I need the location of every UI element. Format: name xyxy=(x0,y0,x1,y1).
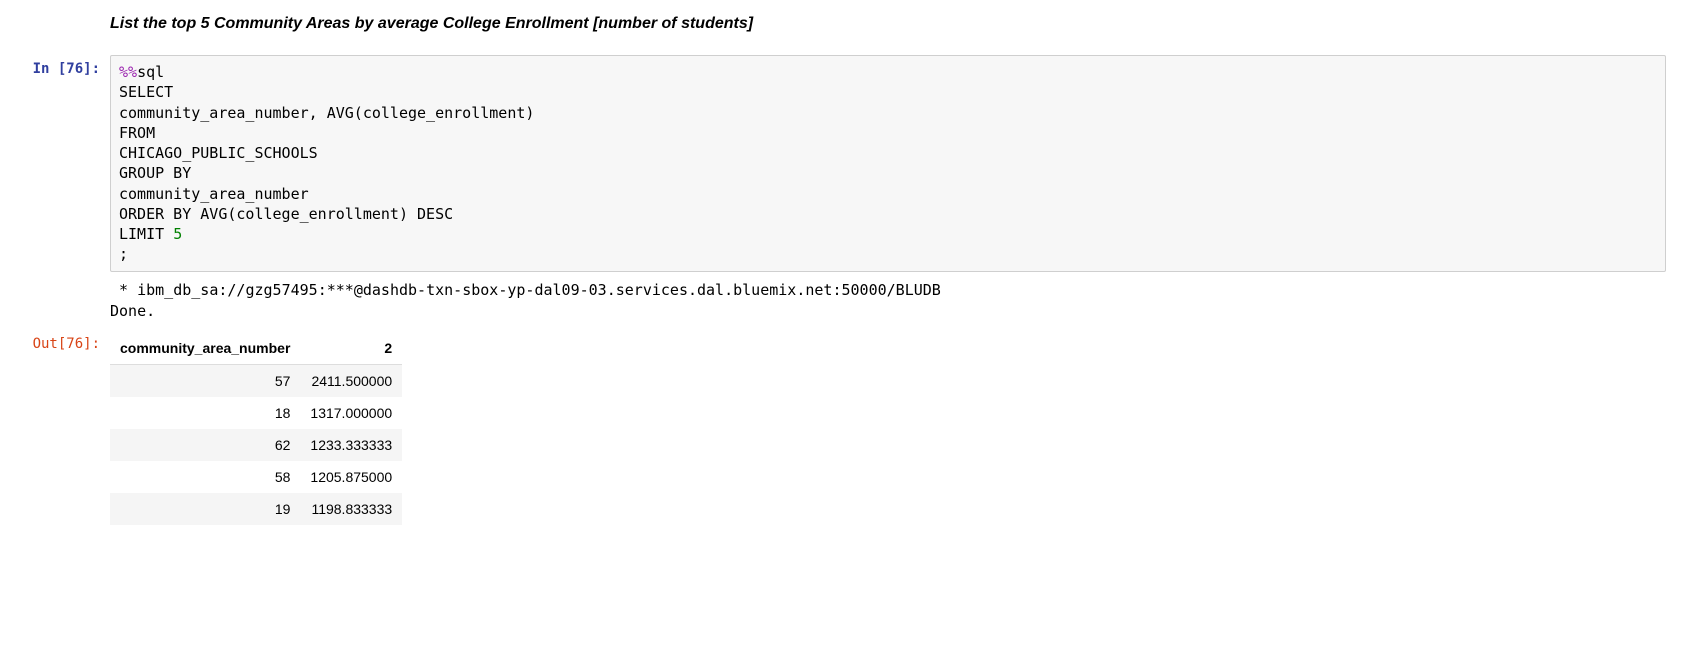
table-header-row: community_area_number 2 xyxy=(110,332,402,365)
empty-prompt xyxy=(0,278,110,284)
output-area: community_area_number 2 57 2411.500000 1… xyxy=(110,330,1666,527)
stdout-line: * ibm_db_sa://gzg57495:***@dashdb-txn-sb… xyxy=(110,281,941,299)
code-line: community_area_number, AVG(college_enrol… xyxy=(119,104,534,122)
cell-magic-percent: %% xyxy=(119,63,137,81)
output-prompt: Out[76]: xyxy=(0,330,110,352)
table-cell: 1233.333333 xyxy=(300,429,402,461)
code-line: community_area_number xyxy=(119,185,309,203)
table-header-cell: 2 xyxy=(300,332,402,365)
code-line: CHICAGO_PUBLIC_SCHOOLS xyxy=(119,144,318,162)
markdown-cell: List the top 5 Community Areas by averag… xyxy=(110,10,1666,53)
code-line: LIMIT xyxy=(119,225,173,243)
stdout-output: * ibm_db_sa://gzg57495:***@dashdb-txn-sb… xyxy=(110,278,1666,324)
code-input-area[interactable]: %%sql SELECT community_area_number, AVG(… xyxy=(110,55,1666,272)
table-cell: 19 xyxy=(110,493,300,525)
table-cell: 1205.875000 xyxy=(300,461,402,493)
notebook-container: List the top 5 Community Areas by averag… xyxy=(0,10,1686,529)
code-line: FROM xyxy=(119,124,155,142)
code-line: ORDER BY AVG(college_enrollment) DESC xyxy=(119,205,453,223)
code-line: ; xyxy=(119,245,128,263)
table-cell: 18 xyxy=(110,397,300,429)
code-line: SELECT xyxy=(119,83,173,101)
table-cell: 62 xyxy=(110,429,300,461)
code-content: %%sql SELECT community_area_number, AVG(… xyxy=(119,62,1657,265)
table-cell: 1198.833333 xyxy=(300,493,402,525)
table-row: 58 1205.875000 xyxy=(110,461,402,493)
code-cell: In [76]: %%sql SELECT community_area_num… xyxy=(0,53,1686,274)
table-row: 57 2411.500000 xyxy=(110,364,402,397)
table-row: 18 1317.000000 xyxy=(110,397,402,429)
input-prompt: In [76]: xyxy=(0,55,110,77)
table-cell: 1317.000000 xyxy=(300,397,402,429)
table-header-cell: community_area_number xyxy=(110,332,300,365)
table-cell: 2411.500000 xyxy=(300,364,402,397)
code-number: 5 xyxy=(173,225,182,243)
code-line: GROUP BY xyxy=(119,164,191,182)
stdout-cell: * ibm_db_sa://gzg57495:***@dashdb-txn-sb… xyxy=(0,276,1686,326)
table-row: 19 1198.833333 xyxy=(110,493,402,525)
table-cell: 57 xyxy=(110,364,300,397)
markdown-heading: List the top 5 Community Areas by averag… xyxy=(110,15,1666,33)
result-table: community_area_number 2 57 2411.500000 1… xyxy=(110,332,402,525)
stdout-line: Done. xyxy=(110,302,155,320)
table-cell: 58 xyxy=(110,461,300,493)
output-cell: Out[76]: community_area_number 2 57 2411… xyxy=(0,328,1686,529)
cell-magic-name: sql xyxy=(137,63,164,81)
table-row: 62 1233.333333 xyxy=(110,429,402,461)
